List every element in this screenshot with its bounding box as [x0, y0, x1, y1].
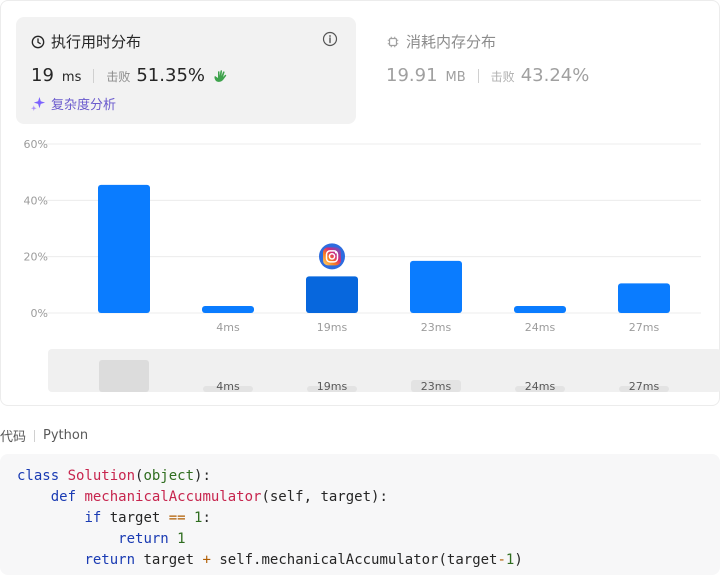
code-token: target: [109, 510, 169, 526]
code-block[interactable]: class Solution(object): def mechanicalAc…: [0, 454, 720, 575]
chart-overview-label: 19ms: [317, 380, 348, 393]
code-line: return 1: [17, 529, 703, 550]
code-line: return target + self.mechanicalAccumulat…: [17, 550, 703, 571]
stat-divider: [477, 68, 479, 83]
memory-unit: MB: [445, 70, 466, 85]
code-token: ==: [168, 510, 186, 526]
memory-beat-label: 击败: [490, 70, 515, 84]
clock-icon: [31, 35, 45, 48]
info-icon[interactable]: [322, 31, 338, 47]
code-token: if: [84, 510, 110, 526]
user-avatar-marker[interactable]: [319, 243, 345, 270]
memory-title-text: 消耗内存分布: [406, 33, 497, 51]
code-token: Solution: [67, 468, 136, 484]
chart-bar: [202, 305, 254, 313]
code-token: :: [202, 510, 211, 526]
code-token: return: [84, 552, 144, 568]
chart-y-tick-label: 0%: [31, 307, 48, 320]
memory-title: 消耗内存分布: [386, 31, 496, 52]
chart-x-tick-label: 19ms: [317, 321, 348, 334]
complexity-analysis-label: 复杂度分析: [51, 98, 117, 113]
runtime-value: 19: [31, 65, 54, 86]
runtime-unit: ms: [61, 70, 82, 85]
runtime-card[interactable]: 执行用时分布 19 ms 击败 51.35% 复杂度分析: [16, 17, 356, 124]
code-token: ): [514, 552, 523, 568]
chart-y-tick-label: 40%: [24, 194, 48, 207]
chart-bar: [618, 283, 670, 313]
applause-hands-icon: [214, 69, 227, 82]
code-language: Python: [43, 428, 89, 443]
runtime-title: 执行用时分布: [31, 31, 141, 52]
chart-bar: [306, 276, 358, 313]
chart-overview-bar: [99, 360, 149, 392]
memory-stats: 19.91 MB 击败 43.24%: [386, 65, 589, 86]
runtime-title-text: 执行用时分布: [51, 33, 142, 51]
runtime-distribution-chart[interactable]: 60% 40% 20% 0% 4ms 19ms 23ms 24ms 27ms 4ms 19ms 23m…: [1, 133, 720, 403]
code-token: target: [143, 552, 203, 568]
code-token: -: [497, 552, 506, 568]
code-header-divider: [34, 429, 36, 442]
chart-x-tick-label: 4ms: [216, 321, 240, 334]
chart-x-tick-label: 23ms: [421, 321, 452, 334]
result-panel: 执行用时分布 19 ms 击败 51.35% 复杂度分析 消耗内存分布 19.9…: [0, 0, 720, 406]
code-line: def mechanicalAccumulator(self, target):: [17, 487, 703, 508]
code-token: ):: [194, 468, 211, 484]
chart-overview-label: 27ms: [629, 380, 660, 393]
chart-x-tick-label: 27ms: [629, 321, 660, 334]
chart-y-tick-label: 20%: [24, 251, 48, 264]
sparkle-icon: [31, 96, 46, 111]
chart-overview-label: 4ms: [216, 380, 240, 393]
code-token: class: [17, 468, 68, 484]
chart-bar: [410, 260, 462, 313]
runtime-beat-label: 击败: [106, 70, 131, 84]
chart-bar: [514, 305, 566, 313]
complexity-analysis-link[interactable]: 复杂度分析: [31, 94, 116, 113]
chart-bar: [98, 184, 150, 313]
chart-y-tick-label: 60%: [24, 138, 48, 151]
chart-overview-label: 23ms: [421, 380, 452, 393]
code-token: +: [202, 552, 211, 568]
memory-card[interactable]: 消耗内存分布 19.91 MB 击败 43.24%: [386, 17, 706, 124]
code-header: 代码 Python: [0, 426, 88, 445]
code-token: def: [50, 489, 85, 505]
code-label: 代码: [0, 430, 27, 445]
code-token: object: [143, 468, 195, 484]
code-token: 1: [177, 531, 186, 547]
chip-icon: [387, 36, 399, 47]
code-token: self.mechanicalAccumulator(target: [210, 552, 498, 568]
code-token: (self, target):: [261, 489, 388, 505]
code-line: if target == 1:: [17, 508, 703, 529]
code-token: mechanicalAccumulator: [84, 489, 262, 505]
code-token: return: [118, 531, 178, 547]
memory-value: 19.91: [386, 65, 438, 86]
runtime-stats: 19 ms 击败 51.35%: [31, 65, 229, 86]
stat-divider: [93, 68, 95, 83]
code-line: class Solution(object):: [17, 466, 703, 487]
memory-beat-value: 43.24%: [520, 65, 590, 86]
chart-overview-label: 24ms: [525, 380, 556, 393]
chart-x-tick-label: 24ms: [525, 321, 556, 334]
runtime-beat-value: 51.35%: [136, 65, 205, 86]
